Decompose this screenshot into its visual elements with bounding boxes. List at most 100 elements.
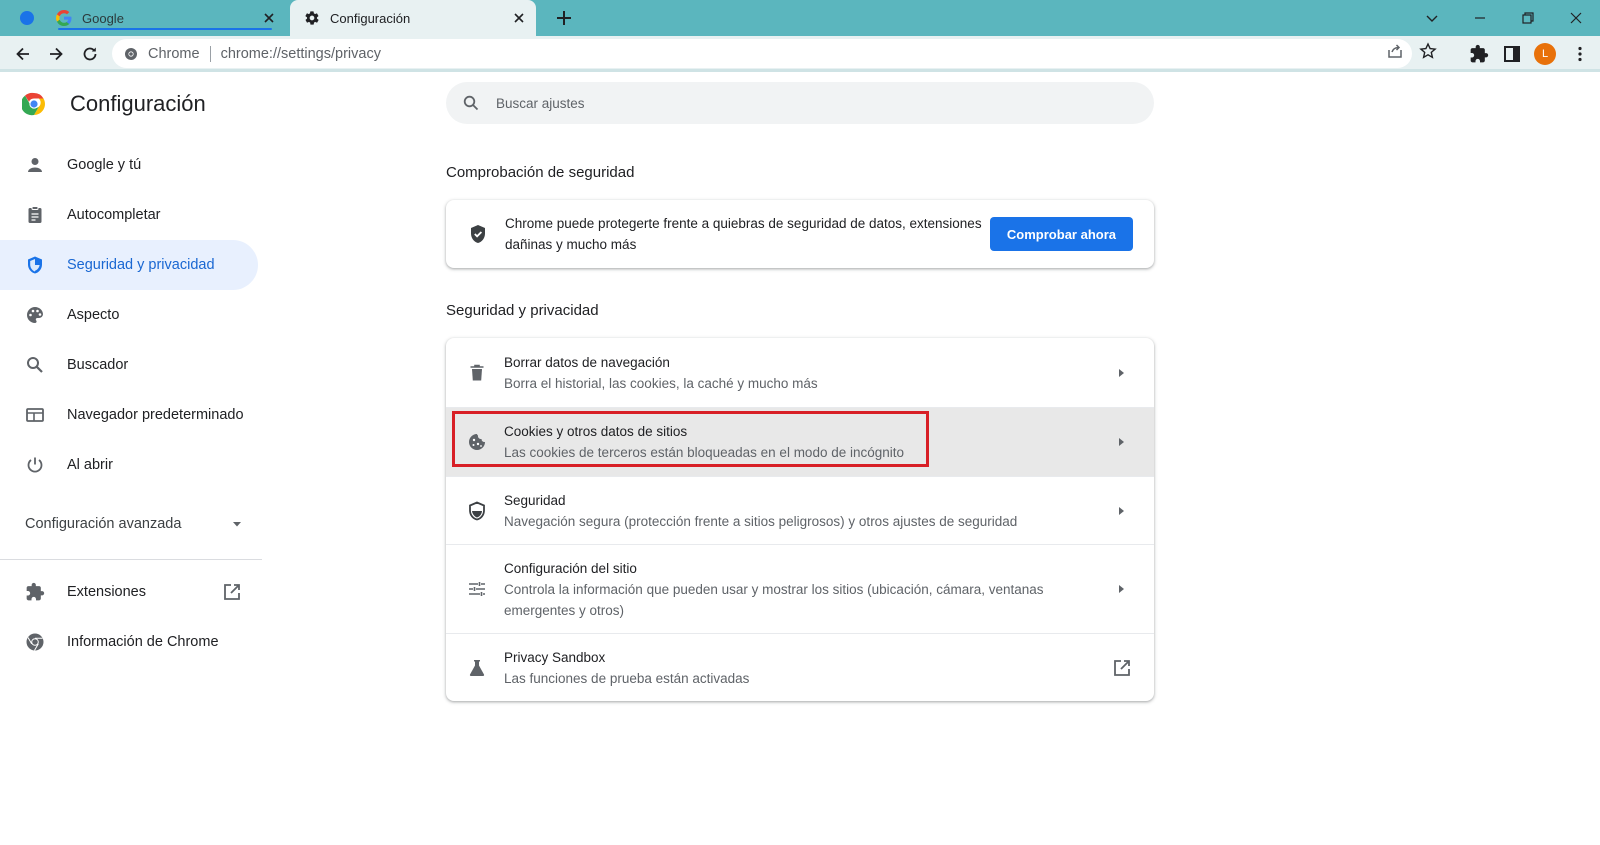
row-title: Seguridad bbox=[504, 492, 566, 508]
profile-avatar[interactable]: L bbox=[1534, 43, 1556, 65]
share-icon[interactable] bbox=[1386, 42, 1404, 60]
omnibox-url[interactable]: chrome://settings/privacy bbox=[221, 46, 381, 62]
row-subtitle: Las funciones de prueba están activadas bbox=[504, 670, 750, 686]
sidebar-divider bbox=[0, 559, 262, 560]
safety-check-card: Chrome puede protegerte frente a quiebra… bbox=[446, 200, 1154, 268]
arrow-right-icon bbox=[1116, 584, 1126, 594]
sidebar-item-label: Información de Chrome bbox=[67, 634, 219, 650]
row-privacy-sandbox[interactable]: Privacy Sandbox Las funciones de prueba … bbox=[446, 633, 1154, 701]
gear-icon bbox=[304, 10, 320, 26]
puzzle-icon bbox=[25, 582, 45, 602]
search-icon bbox=[462, 94, 480, 112]
check-now-button[interactable]: Comprobar ahora bbox=[989, 217, 1133, 251]
advanced-settings-label: Configuración avanzada bbox=[25, 516, 182, 532]
sidebar-extra-nav: Extensiones Información de Chrome bbox=[0, 567, 260, 667]
browser-toolbar: Chrome chrome://settings/privacy L bbox=[0, 36, 1600, 72]
shield-icon bbox=[467, 501, 487, 521]
flask-icon bbox=[467, 658, 487, 678]
bookmark-star-icon[interactable] bbox=[1419, 42, 1437, 60]
forward-arrow-icon[interactable] bbox=[46, 44, 66, 64]
address-bar[interactable]: Chrome chrome://settings/privacy bbox=[112, 39, 1412, 68]
sliders-icon bbox=[467, 579, 487, 599]
sidebar-item-buscador[interactable]: Buscador bbox=[0, 340, 260, 390]
arrow-right-icon bbox=[1116, 368, 1126, 378]
arrow-right-icon bbox=[1116, 506, 1126, 516]
open-in-new-icon bbox=[222, 582, 242, 602]
page-title: Configuración bbox=[70, 91, 206, 116]
sidebar-item-google-y-tu[interactable]: Google y tú bbox=[0, 140, 260, 190]
chrome-icon bbox=[25, 632, 45, 652]
shield-check-icon bbox=[467, 223, 489, 245]
highlight-annotation-box bbox=[452, 411, 929, 467]
palette-icon bbox=[25, 305, 45, 325]
row-title: Privacy Sandbox bbox=[504, 649, 606, 665]
tab-group-underline bbox=[58, 28, 272, 30]
dropdown-arrow-icon bbox=[231, 518, 243, 530]
row-clear-browsing-data[interactable]: Borrar datos de navegación Borra el hist… bbox=[446, 338, 1154, 407]
minimize-icon[interactable] bbox=[1471, 9, 1489, 27]
tab-group-icon[interactable] bbox=[20, 11, 34, 25]
omnibox-site-label: Chrome bbox=[148, 45, 200, 62]
sidebar-item-label: Autocompletar bbox=[67, 207, 161, 223]
close-icon[interactable] bbox=[262, 11, 276, 25]
tab-title: Configuración bbox=[330, 10, 411, 26]
row-subtitle: Controla la información que pueden usar … bbox=[504, 581, 1044, 618]
privacy-settings-card: Borrar datos de navegación Borra el hist… bbox=[446, 338, 1154, 701]
clipboard-icon bbox=[25, 205, 45, 225]
sidebar-item-label: Extensiones bbox=[67, 584, 146, 600]
new-tab-plus-icon[interactable] bbox=[555, 9, 573, 27]
row-subtitle: Navegación segura (protección frente a s… bbox=[504, 513, 1018, 529]
side-panel-icon[interactable] bbox=[1502, 44, 1522, 64]
advanced-settings-toggle[interactable]: Configuración avanzada bbox=[25, 512, 243, 536]
close-icon[interactable] bbox=[512, 11, 526, 25]
row-subtitle: Borra el historial, las cookies, la cach… bbox=[504, 375, 818, 391]
sidebar-item-aspecto[interactable]: Aspecto bbox=[0, 290, 260, 340]
restore-icon[interactable] bbox=[1519, 9, 1537, 27]
back-arrow-icon[interactable] bbox=[13, 44, 33, 64]
sidebar-item-navegador-predeterminado[interactable]: Navegador predeterminado bbox=[0, 390, 260, 440]
sidebar-item-label: Aspecto bbox=[67, 307, 120, 323]
reload-icon[interactable] bbox=[80, 44, 100, 64]
settings-header: Configuración bbox=[22, 91, 206, 117]
row-site-settings[interactable]: Configuración del sitio Controla la info… bbox=[446, 544, 1154, 633]
person-icon bbox=[25, 155, 45, 175]
chrome-site-icon bbox=[124, 47, 138, 61]
sidebar-item-al-abrir[interactable]: Al abrir bbox=[0, 440, 260, 490]
sidebar-item-label: Google y tú bbox=[67, 157, 142, 173]
search-input[interactable] bbox=[496, 95, 1096, 111]
sidebar-item-autocompletar[interactable]: Autocompletar bbox=[0, 190, 260, 240]
window-close-icon[interactable] bbox=[1567, 9, 1585, 27]
tab-search-chevron-icon[interactable] bbox=[1423, 9, 1441, 27]
chrome-logo-icon bbox=[22, 92, 46, 116]
sidebar-item-label: Navegador predeterminado bbox=[67, 407, 244, 423]
sidebar-item-label: Buscador bbox=[67, 357, 129, 373]
sidebar-item-label: Al abrir bbox=[67, 457, 113, 473]
row-title: Borrar datos de navegación bbox=[504, 354, 670, 370]
tab-settings[interactable]: Configuración bbox=[290, 0, 536, 36]
sidebar-item-seguridad-y-privacidad[interactable]: Seguridad y privacidad bbox=[0, 240, 258, 290]
trash-icon bbox=[467, 363, 487, 383]
shield-icon bbox=[25, 255, 45, 275]
arrow-right-icon bbox=[1116, 437, 1126, 447]
sidebar-item-informacion-de-chrome[interactable]: Información de Chrome bbox=[0, 617, 260, 667]
safety-check-description: Chrome puede protegerte frente a quiebra… bbox=[505, 216, 982, 252]
sidebar-item-extensiones[interactable]: Extensiones bbox=[0, 567, 260, 617]
settings-search-bar[interactable] bbox=[446, 82, 1154, 124]
sidebar-item-label: Seguridad y privacidad bbox=[67, 257, 215, 273]
browser-icon bbox=[25, 405, 45, 425]
open-in-new-icon bbox=[1112, 658, 1132, 678]
privacy-section-heading: Seguridad y privacidad bbox=[446, 302, 599, 319]
safety-check-heading: Comprobación de seguridad bbox=[446, 164, 635, 181]
tab-title: Google bbox=[82, 10, 124, 26]
extensions-puzzle-icon[interactable] bbox=[1469, 44, 1489, 64]
google-g-icon bbox=[56, 10, 72, 26]
row-security[interactable]: Seguridad Navegación segura (protección … bbox=[446, 476, 1154, 544]
kebab-menu-icon[interactable] bbox=[1570, 44, 1590, 64]
row-title: Configuración del sitio bbox=[504, 560, 637, 576]
search-icon bbox=[25, 355, 45, 375]
tab-google[interactable]: Google bbox=[42, 0, 286, 36]
omnibox-separator bbox=[209, 45, 211, 62]
power-icon bbox=[25, 455, 45, 475]
tab-strip: Google Configuración bbox=[0, 0, 1600, 36]
sidebar-nav: Google y tú Autocompletar Seguridad y pr… bbox=[0, 140, 260, 490]
